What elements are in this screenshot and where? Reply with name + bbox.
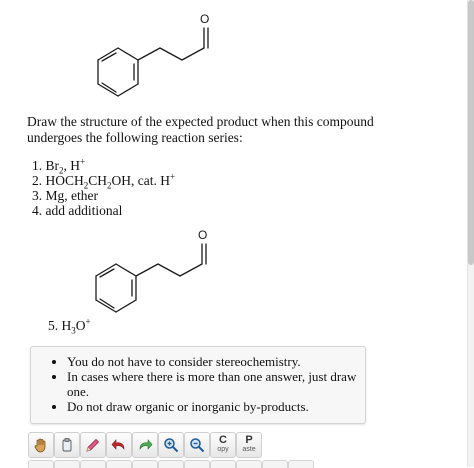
step-4: 4. add additional	[32, 203, 123, 218]
zoom-out-icon	[190, 438, 205, 453]
copy-label-initial: C	[219, 434, 227, 446]
hint-item: In cases where there is more than one an…	[67, 369, 365, 399]
undo-button[interactable]	[106, 432, 132, 458]
reagent-compound-structure: O	[95, 228, 207, 313]
redo-arrow-icon	[139, 439, 153, 450]
scrollbar[interactable]	[467, 0, 474, 467]
eraser-icon	[62, 438, 72, 452]
paste-label-rest: aste	[242, 446, 256, 453]
eraser-tool-button[interactable]	[54, 432, 80, 458]
hints-box: You do not have to consider stereochemis…	[30, 346, 366, 424]
pencil-icon	[86, 438, 100, 452]
zoom-out-button[interactable]	[184, 432, 210, 458]
scrollbar-thumb[interactable]	[468, 0, 474, 265]
hint-item: Do not draw organic or inorganic by-prod…	[67, 399, 365, 414]
paste-label-initial: P	[245, 434, 253, 446]
reaction-steps: 1. Br2, H+ 2. HOCH2CH2OH, cat. H+ 3. Mg,…	[32, 156, 176, 218]
paste-button[interactable]: Paste	[236, 432, 262, 458]
zoom-in-button[interactable]	[158, 432, 184, 458]
undo-arrow-icon	[111, 439, 125, 450]
step-2: 2. HOCH2CH2OH, cat. H+	[32, 171, 176, 191]
hand-icon	[34, 438, 46, 453]
question-text: Draw the structure of the expected produ…	[27, 114, 374, 145]
hint-item: You do not have to consider stereochemis…	[67, 354, 365, 369]
benzene-ring	[97, 47, 139, 97]
benzene-ring	[95, 263, 137, 313]
step-3: 3. Mg, ether	[32, 188, 98, 203]
oxygen-label: O	[200, 12, 209, 26]
copy-button[interactable]: Copy	[210, 432, 236, 458]
hand-tool-button[interactable]	[28, 432, 54, 458]
zoom-in-icon	[164, 438, 179, 453]
pencil-tool-button[interactable]	[80, 432, 106, 458]
step-5: 5. H3O+	[48, 316, 91, 336]
copy-label-rest: opy	[217, 446, 229, 453]
starting-compound-structure: O	[97, 12, 209, 97]
step-1: 1. Br2, H+	[32, 156, 86, 176]
redo-button[interactable]	[132, 432, 158, 458]
toolbar-second-row	[28, 460, 328, 468]
oxygen-label: O	[198, 228, 207, 242]
